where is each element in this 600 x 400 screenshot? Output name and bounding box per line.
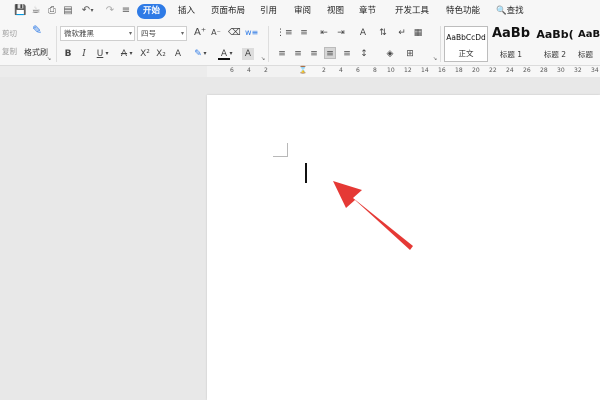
justify-icon[interactable]: ≡	[324, 47, 336, 59]
divider	[56, 26, 57, 62]
expand-group-icon[interactable]: ↘	[432, 56, 438, 62]
style-heading-3[interactable]: AaB 标题	[578, 26, 600, 62]
print-preview-icon[interactable]: ▤	[62, 5, 74, 17]
ruler-bar: 6 4 2 ⌛ 2 4 6 8 10 12 14 16 18 20 22 24 …	[0, 66, 600, 77]
chevron-down-icon[interactable]: ▾	[128, 48, 134, 60]
bold-icon[interactable]: B	[62, 48, 74, 60]
italic-icon[interactable]: I	[78, 48, 90, 60]
borders-icon[interactable]: ⊞	[404, 48, 416, 60]
chevron-down-icon[interactable]: ▾	[202, 48, 208, 60]
tab-references[interactable]: 引用	[260, 4, 277, 19]
style-heading-2[interactable]: AaBb( 标题 2	[534, 26, 576, 62]
chinese-layout-icon[interactable]: A	[357, 27, 369, 39]
styles-gallery: AaBbCcDd 正文 AaBb 标题 1 AaBb( 标题 2 AaB 标题	[444, 26, 600, 62]
menu-tab-bar: 💾 ☕ ⎙ ▤ ↶ ▾ ↷ ≡ 开始 插入 页面布局 引用 审阅 视图 章节 开…	[0, 0, 600, 22]
copy-button[interactable]: 复制	[2, 46, 17, 57]
distributed-icon[interactable]: ≡	[341, 48, 353, 60]
redo-icon[interactable]: ↷	[104, 5, 116, 17]
tab-page-layout[interactable]: 页面布局	[211, 4, 245, 19]
expand-group-icon[interactable]: ↘	[260, 56, 266, 62]
style-normal[interactable]: AaBbCcDd 正文	[444, 26, 488, 62]
shading-icon[interactable]: ◈	[384, 48, 396, 60]
tab-insert[interactable]: 插入	[178, 4, 195, 19]
font-size-select[interactable]: 四号 ▾	[137, 26, 187, 41]
line-spacing-icon[interactable]: ↕	[358, 48, 370, 60]
chevron-down-icon: ▾	[128, 30, 132, 37]
format-painter-icon[interactable]: ✎	[30, 24, 44, 38]
bullet-list-icon[interactable]: ⋮≡	[276, 27, 293, 39]
grow-font-icon[interactable]: A⁺	[194, 27, 206, 39]
tab-developer[interactable]: 开发工具	[395, 4, 429, 19]
document-page[interactable]	[207, 95, 600, 400]
tab-view[interactable]: 视图	[327, 4, 344, 19]
search-button[interactable]: 🔍查找	[496, 4, 524, 19]
tab-chapter[interactable]: 章节	[359, 4, 376, 19]
align-right-icon[interactable]: ≡	[308, 48, 320, 60]
text-cursor	[305, 163, 307, 183]
align-left-icon[interactable]: ≡	[276, 48, 288, 60]
divider	[440, 26, 441, 62]
tab-review[interactable]: 审阅	[294, 4, 311, 19]
format-painter-button[interactable]: 格式刷	[24, 47, 48, 58]
search-label: 查找	[506, 6, 524, 16]
shrink-font-icon[interactable]: A⁻	[210, 27, 222, 39]
tab-special-features[interactable]: 特色功能	[446, 4, 480, 19]
open-icon[interactable]: ☕	[30, 5, 42, 17]
character-shading-icon[interactable]: A	[242, 48, 254, 60]
chevron-down-icon[interactable]: ▾	[104, 48, 110, 60]
customize-icon[interactable]: ≡	[120, 5, 132, 17]
numbered-list-icon[interactable]: ≡	[298, 27, 310, 39]
expand-group-icon[interactable]: ↘	[46, 56, 52, 62]
pinyin-icon[interactable]: w≡	[245, 27, 258, 39]
sort-icon[interactable]: ⇅	[377, 27, 389, 39]
show-marks-icon[interactable]: ↵	[396, 27, 408, 39]
table-icon[interactable]: ▦	[412, 27, 424, 39]
text-effect-icon[interactable]: A	[172, 48, 184, 60]
tab-home[interactable]: 开始	[137, 4, 167, 19]
save-icon[interactable]: 💾	[14, 5, 26, 17]
decrease-indent-icon[interactable]: ⇤	[318, 27, 330, 39]
style-heading-1[interactable]: AaBb 标题 1	[490, 26, 532, 62]
superscript-icon[interactable]: X²	[139, 48, 151, 60]
search-icon: 🔍	[496, 6, 507, 16]
ribbon-home: 剪切 复制 ✎ 格式刷 微软雅黑 ▾ 四号 ▾ A⁺ A⁻ ⌫ w≡ B I U ▾…	[0, 22, 600, 66]
print-icon[interactable]: ⎙	[46, 5, 58, 17]
cut-button[interactable]: 剪切	[2, 28, 17, 39]
increase-indent-icon[interactable]: ⇥	[335, 27, 347, 39]
font-name-select[interactable]: 微软雅黑 ▾	[60, 26, 135, 41]
divider	[268, 26, 269, 62]
margin-corner-mark	[273, 156, 288, 157]
subscript-icon[interactable]: X₂	[155, 48, 167, 60]
clear-format-icon[interactable]: ⌫	[228, 27, 241, 39]
chevron-down-icon[interactable]: ▾	[228, 48, 234, 60]
margin-corner-mark	[287, 143, 288, 157]
align-center-icon[interactable]: ≡	[292, 48, 304, 60]
chevron-down-icon: ▾	[180, 30, 184, 37]
chevron-down-icon[interactable]: ▾	[89, 5, 95, 17]
indent-marker-icon[interactable]: ⌛	[298, 65, 308, 76]
